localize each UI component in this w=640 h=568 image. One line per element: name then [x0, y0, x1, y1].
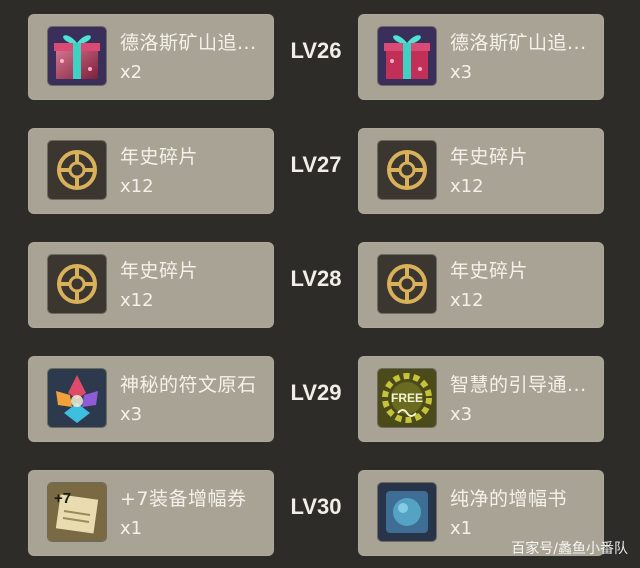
item-quantity: x12 — [450, 290, 484, 311]
amplify-voucher-icon: +7 — [48, 483, 106, 541]
item-quantity: x2 — [120, 62, 143, 83]
free-ticket-icon: FREE — [378, 369, 436, 427]
reward-card-right[interactable]: 德洛斯矿山追... x3 — [358, 14, 604, 100]
item-name: +7装备增幅券 — [120, 488, 247, 510]
reward-row-lv26: 德洛斯矿山追... x2 LV26 德洛斯矿山追... x3 — [0, 14, 640, 102]
item-quantity: x12 — [120, 176, 154, 197]
chronicle-coin-icon — [48, 141, 106, 199]
level-label: LV28 — [290, 266, 342, 291]
level-label: LV27 — [290, 152, 342, 177]
reward-row-lv29: 神秘的符文原石 x3 LV29 FREE 智慧的引导通... x3 — [0, 356, 640, 444]
item-name: 智慧的引导通... — [450, 374, 587, 396]
reward-card-right[interactable]: 年史碎片 x12 — [358, 242, 604, 328]
reward-row-lv27: 年史碎片 x12 LV27 年史碎片 x12 — [0, 128, 640, 216]
item-name: 年史碎片 — [120, 146, 199, 168]
item-quantity: x1 — [120, 518, 143, 539]
chronicle-coin-icon — [378, 255, 436, 313]
chronicle-coin-icon — [48, 255, 106, 313]
gift-box-icon — [378, 27, 436, 85]
reward-card-right[interactable]: 年史碎片 x12 — [358, 128, 604, 214]
rune-stone-icon — [48, 369, 106, 427]
item-name: 年史碎片 — [120, 260, 199, 282]
free-icon-text: FREE — [391, 391, 423, 405]
item-quantity: x1 — [450, 518, 473, 539]
item-name: 德洛斯矿山追... — [120, 32, 257, 54]
item-quantity: x12 — [450, 176, 484, 197]
item-name: 年史碎片 — [450, 146, 529, 168]
item-quantity: x3 — [450, 404, 473, 425]
reward-card-left[interactable]: +7 +7装备增幅券 x1 — [28, 470, 274, 556]
amplify-book-icon — [378, 483, 436, 541]
chronicle-coin-icon — [378, 141, 436, 199]
item-quantity: x12 — [120, 290, 154, 311]
reward-card-left[interactable]: 年史碎片 x12 — [28, 242, 274, 328]
item-name: 德洛斯矿山追... — [450, 32, 587, 54]
watermark-text: 百家号/蠡鱼小番队 — [511, 541, 628, 557]
item-name: 神秘的符文原石 — [120, 374, 257, 396]
gift-box-icon — [48, 27, 106, 85]
level-label: LV26 — [290, 38, 342, 63]
reward-card-left[interactable]: 年史碎片 x12 — [28, 128, 274, 214]
item-name: 年史碎片 — [450, 260, 529, 282]
reward-row-lv28: 年史碎片 x12 LV28 年史碎片 x12 — [0, 242, 640, 330]
plus7-icon-text: +7 — [54, 490, 71, 507]
level-label: LV29 — [290, 380, 342, 405]
reward-card-left[interactable]: 德洛斯矿山追... x2 — [28, 14, 274, 100]
item-quantity: x3 — [450, 62, 473, 83]
item-quantity: x3 — [120, 404, 143, 425]
item-name: 纯净的增幅书 — [450, 488, 568, 510]
reward-card-left[interactable]: 神秘的符文原石 x3 — [28, 356, 274, 442]
reward-card-right[interactable]: FREE 智慧的引导通... x3 — [358, 356, 604, 442]
level-label: LV30 — [290, 494, 342, 519]
